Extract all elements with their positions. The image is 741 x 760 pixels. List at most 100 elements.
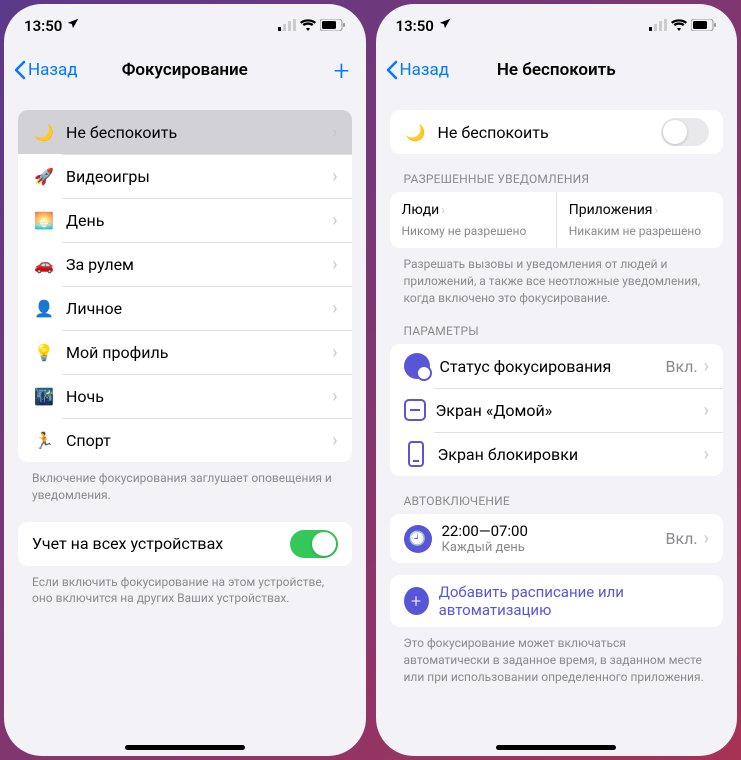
param-lock-row[interactable]: Экран блокировки › bbox=[390, 432, 724, 476]
param-lock-label: Экран блокировки bbox=[438, 445, 704, 464]
allowed-header: РАЗРЕШЕННЫЕ УВЕДОМЛЕНИЯ bbox=[376, 172, 738, 192]
param-home-row[interactable]: Экран «Домой» › bbox=[390, 388, 724, 432]
param-status-row[interactable]: Статус фокусирования Вкл. › bbox=[390, 344, 724, 388]
nav-bar: Назад Фокусирование + bbox=[4, 48, 366, 92]
status-time: 13:50 bbox=[24, 17, 62, 35]
chevron-icon: › bbox=[332, 210, 337, 231]
dnd-toggle[interactable] bbox=[661, 118, 709, 146]
page-title: Фокусирование bbox=[122, 60, 248, 80]
status-bar: 13:50 bbox=[376, 4, 738, 48]
status-time: 13:50 bbox=[396, 17, 434, 35]
param-status-value: Вкл. bbox=[666, 357, 698, 376]
wifi-icon bbox=[671, 17, 687, 35]
focus-item-label: Не беспокоить bbox=[66, 123, 332, 142]
focus-item[interactable]: 🌙 Не беспокоить› bbox=[18, 110, 352, 154]
phone-right: 13:50 Назад Не беспокоить 🌙 Не беспокоит… bbox=[376, 4, 738, 756]
battery-icon bbox=[320, 17, 346, 35]
back-label: Назад bbox=[28, 60, 78, 80]
auto-header: АВТОВКЛЮЧЕНИЕ bbox=[376, 494, 738, 514]
battery-icon bbox=[691, 17, 717, 35]
people-sub: Никому не разрешено bbox=[402, 224, 544, 238]
focus-item[interactable]: 🌃 Ночь› bbox=[18, 374, 352, 418]
chevron-icon: › bbox=[704, 356, 709, 377]
chevron-icon: › bbox=[332, 254, 337, 275]
sync-label: Учет на всех устройствах bbox=[32, 534, 290, 553]
home-indicator[interactable] bbox=[125, 745, 245, 750]
plus-icon: + bbox=[404, 587, 429, 615]
auto-footer: Это фокусирование может включаться автом… bbox=[376, 627, 738, 685]
allowed-card: Люди› Никому не разрешено Приложения› Ни… bbox=[390, 192, 724, 248]
chevron-icon: › bbox=[332, 122, 337, 143]
location-icon bbox=[66, 17, 80, 35]
focus-item-label: Личное bbox=[66, 299, 332, 318]
param-home-label: Экран «Домой» bbox=[436, 401, 704, 420]
schedule-time: 22:00—07:00 bbox=[442, 522, 666, 540]
home-indicator[interactable] bbox=[496, 745, 616, 750]
moon-icon: 🌙 bbox=[404, 120, 428, 144]
sync-row[interactable]: Учет на всех устройствах bbox=[18, 522, 352, 566]
back-button[interactable]: Назад bbox=[386, 60, 450, 80]
dnd-label: Не беспокоить bbox=[438, 123, 662, 142]
people-title: Люди bbox=[402, 202, 440, 218]
sync-toggle[interactable] bbox=[290, 530, 338, 558]
apps-cell[interactable]: Приложения› Никаким не разрешено bbox=[556, 192, 723, 248]
focus-item-label: День bbox=[66, 211, 332, 230]
people-cell[interactable]: Люди› Никому не разрешено bbox=[390, 192, 556, 248]
chevron-icon: › bbox=[704, 400, 709, 421]
clock-icon: 🕘 bbox=[404, 525, 432, 553]
add-schedule-label: Добавить расписание или автоматизацию bbox=[439, 583, 709, 619]
sync-footer: Если включить фокусирование на этом устр… bbox=[4, 566, 366, 608]
focus-item-icon: 🌙 bbox=[32, 120, 56, 144]
page-title: Не беспокоить bbox=[497, 60, 616, 80]
focus-list: 🌙Не беспокоить›🚀Видеоигры›🌅День›🚗За руле… bbox=[18, 110, 352, 462]
schedule-sub: Каждый день bbox=[442, 540, 666, 555]
focus-item[interactable]: 🚗 За рулем› bbox=[18, 242, 352, 286]
focus-item-label: Видеоигры bbox=[66, 167, 332, 186]
focus-footer: Включение фокусирования заглушает оповещ… bbox=[4, 462, 366, 504]
focus-item-icon: 👤 bbox=[32, 296, 56, 320]
home-screen-icon bbox=[404, 399, 426, 421]
focus-item[interactable]: 👤 Личное› bbox=[18, 286, 352, 330]
schedule-row[interactable]: 🕘 22:00—07:00 Каждый день Вкл. › bbox=[390, 514, 724, 563]
status-bar: 13:50 bbox=[4, 4, 366, 48]
focus-item[interactable]: 🏃 Спорт› bbox=[18, 418, 352, 462]
chevron-icon: › bbox=[654, 203, 658, 217]
apps-title: Приложения bbox=[569, 202, 653, 218]
signal-icon bbox=[649, 17, 667, 35]
lock-screen-icon bbox=[408, 441, 424, 467]
dnd-row[interactable]: 🌙 Не беспокоить bbox=[390, 110, 724, 154]
focus-item-label: Мой профиль bbox=[66, 343, 332, 362]
wifi-icon bbox=[300, 17, 316, 35]
schedule-value: Вкл. bbox=[666, 529, 698, 548]
chevron-icon: › bbox=[332, 166, 337, 187]
chevron-icon: › bbox=[704, 444, 709, 465]
add-button[interactable]: + bbox=[334, 54, 350, 87]
params-header: ПАРАМЕТРЫ bbox=[376, 324, 738, 344]
chevron-icon: › bbox=[332, 342, 337, 363]
focus-item-icon: 🏃 bbox=[32, 428, 56, 452]
focus-item[interactable]: 🚀Видеоигры› bbox=[18, 154, 352, 198]
add-schedule-row[interactable]: + Добавить расписание или автоматизацию bbox=[390, 575, 724, 627]
chevron-icon: › bbox=[332, 430, 337, 451]
focus-status-icon bbox=[404, 353, 430, 379]
nav-bar: Назад Не беспокоить bbox=[376, 48, 738, 92]
param-status-label: Статус фокусирования bbox=[440, 357, 666, 376]
location-icon bbox=[438, 17, 452, 35]
focus-item[interactable]: 💡 Мой профиль› bbox=[18, 330, 352, 374]
back-button[interactable]: Назад bbox=[14, 60, 78, 80]
focus-item-label: Спорт bbox=[66, 431, 332, 450]
focus-item-icon: 🌅 bbox=[32, 208, 56, 232]
signal-icon bbox=[278, 17, 296, 35]
focus-item-label: Ночь bbox=[66, 387, 332, 406]
back-label: Назад bbox=[400, 60, 450, 80]
apps-sub: Никаким не разрешено bbox=[569, 224, 711, 238]
focus-item-icon: 🚗 bbox=[32, 252, 56, 276]
allowed-footer: Разрешать вызовы и уведомления от людей … bbox=[376, 248, 738, 306]
chevron-icon: › bbox=[332, 386, 337, 407]
chevron-icon: › bbox=[332, 298, 337, 319]
chevron-icon: › bbox=[704, 528, 709, 549]
focus-item-icon: 🌃 bbox=[32, 384, 56, 408]
focus-item-label: За рулем bbox=[66, 255, 332, 274]
focus-item-icon: 💡 bbox=[32, 340, 56, 364]
focus-item[interactable]: 🌅 День› bbox=[18, 198, 352, 242]
